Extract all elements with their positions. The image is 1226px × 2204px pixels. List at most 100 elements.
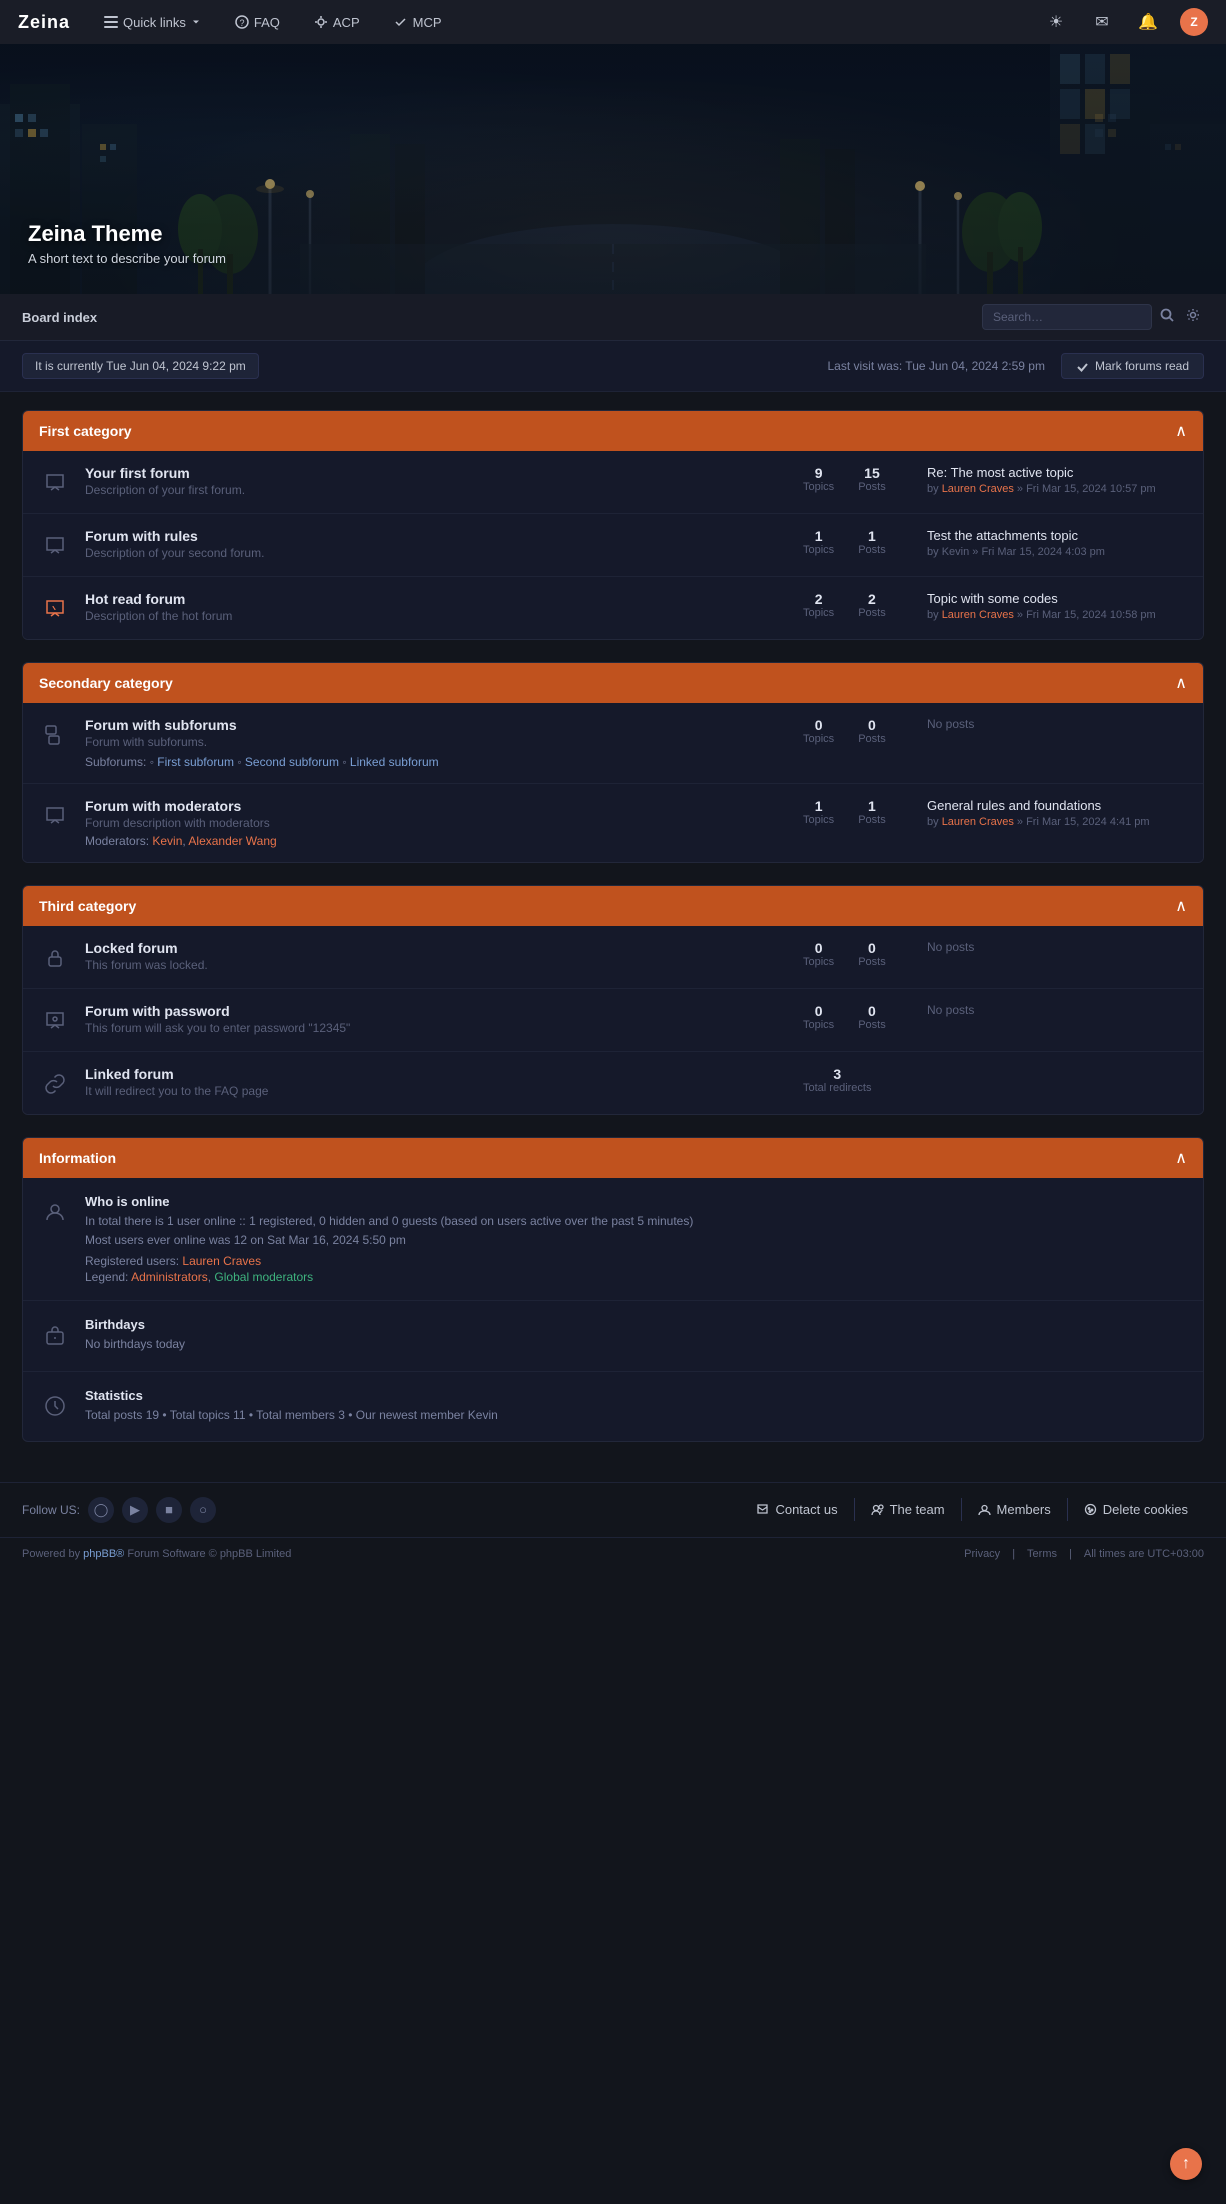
facebook-icon[interactable]: ◯ xyxy=(88,1497,114,1523)
delete-cookies-link[interactable]: Delete cookies xyxy=(1068,1498,1204,1521)
admin-legend[interactable]: Administrators xyxy=(131,1270,208,1284)
faq-icon: ? xyxy=(235,15,249,29)
navbar: Zeina Quick links ? FAQ ACP MCP ☀ ✉ 🔔 Z xyxy=(0,0,1226,44)
info-bar: It is currently Tue Jun 04, 2024 9:22 pm… xyxy=(0,341,1226,392)
category-second-chevron: ∧ xyxy=(1175,673,1187,693)
contact-us-link[interactable]: Contact us xyxy=(740,1498,854,1521)
hero-subtitle: A short text to describe your forum xyxy=(28,251,226,266)
category-first: First category ∧ Your first forum Descri… xyxy=(22,410,1204,640)
forum-name[interactable]: Forum with moderators xyxy=(85,798,789,814)
terms-link[interactable]: Terms xyxy=(1027,1548,1057,1560)
forum-name[interactable]: Forum with rules xyxy=(85,528,789,544)
twitter-icon[interactable]: ▶ xyxy=(122,1497,148,1523)
mark-forums-read-button[interactable]: Mark forums read xyxy=(1061,353,1204,379)
google-icon[interactable]: ○ xyxy=(190,1497,216,1523)
forum-name[interactable]: Forum with password xyxy=(85,1003,789,1019)
forum-stats: 0 Topics 0 Posts xyxy=(803,717,913,745)
stat-topics: 1 Topics xyxy=(803,798,834,826)
gear-icon xyxy=(1186,308,1200,322)
stat-posts: 0 Posts xyxy=(858,1003,886,1031)
forum-info: Forum with subforums Forum with subforum… xyxy=(85,717,789,769)
footer-legal: Privacy | Terms | All times are UTC+03:0… xyxy=(964,1548,1204,1560)
theme-toggle-icon[interactable]: ☀ xyxy=(1042,8,1070,36)
no-posts-label: No posts xyxy=(927,1003,974,1017)
avatar[interactable]: Z xyxy=(1180,8,1208,36)
forum-desc: Forum with subforums. xyxy=(85,735,789,749)
last-post-title[interactable]: Test the attachments topic xyxy=(927,528,1187,543)
phpbb-link[interactable]: phpBB® xyxy=(83,1548,124,1560)
forum-name[interactable]: Your first forum xyxy=(85,465,789,481)
last-post-title[interactable]: Re: The most active topic xyxy=(927,465,1187,480)
forum-name[interactable]: Linked forum xyxy=(85,1066,789,1082)
subforum-link[interactable]: Second subforum xyxy=(245,755,339,769)
the-team-link[interactable]: The team xyxy=(855,1498,962,1521)
privacy-link[interactable]: Privacy xyxy=(964,1548,1000,1560)
nav-acp[interactable]: ACP xyxy=(306,11,368,34)
category-first-header[interactable]: First category ∧ xyxy=(23,411,1203,451)
menu-icon xyxy=(104,15,118,29)
nav-mcp[interactable]: MCP xyxy=(386,11,450,34)
category-third-header[interactable]: Third category ∧ xyxy=(23,886,1203,926)
scroll-top-button[interactable]: ↑ xyxy=(1170,2148,1202,2180)
members-link[interactable]: Members xyxy=(962,1498,1068,1521)
forum-desc: Forum description with moderators xyxy=(85,816,789,830)
forum-subforums: Subforums: ◦ First subforum ◦ Second sub… xyxy=(85,755,789,769)
notifications-icon[interactable]: 🔔 xyxy=(1134,8,1162,36)
forum-name[interactable]: Forum with subforums xyxy=(85,717,789,733)
last-post-author[interactable]: Lauren Craves xyxy=(942,483,1014,495)
nav-quicklinks[interactable]: Quick links xyxy=(96,11,209,34)
forum-desc: Description of your first forum. xyxy=(85,483,789,497)
category-first-chevron: ∧ xyxy=(1175,421,1187,441)
last-post-author[interactable]: Lauren Craves xyxy=(942,609,1014,621)
category-third-chevron: ∧ xyxy=(1175,896,1187,916)
registered-user-link[interactable]: Lauren Craves xyxy=(182,1254,261,1268)
stat-posts: 0 Posts xyxy=(858,940,886,968)
search-input[interactable] xyxy=(982,304,1152,330)
breadcrumb[interactable]: Board index xyxy=(22,310,97,325)
members-icon xyxy=(978,1503,991,1516)
footer-bar: Follow US: ◯ ▶ ■ ○ Contact us The team M… xyxy=(0,1482,1226,1537)
last-post-by: by Lauren Craves » Fri Mar 15, 2024 10:5… xyxy=(927,483,1187,495)
forum-name[interactable]: Locked forum xyxy=(85,940,789,956)
search-button[interactable] xyxy=(1156,304,1178,330)
youtube-icon[interactable]: ■ xyxy=(156,1497,182,1523)
information-section: Information ∧ Who is online In total the… xyxy=(22,1137,1204,1442)
category-first-body: Your first forum Description of your fir… xyxy=(23,451,1203,639)
forum-icon-password xyxy=(39,1005,71,1037)
messages-icon[interactable]: ✉ xyxy=(1088,8,1116,36)
subforum-link[interactable]: Linked subforum xyxy=(350,755,439,769)
svg-text:?: ? xyxy=(239,18,244,28)
brand[interactable]: Zeina xyxy=(18,12,70,33)
information-header[interactable]: Information ∧ xyxy=(23,1138,1203,1178)
forum-stats: 2 Topics 2 Posts xyxy=(803,591,913,619)
forum-info: Locked forum This forum was locked. xyxy=(85,940,789,972)
forum-last: Topic with some codes by Lauren Craves »… xyxy=(927,591,1187,621)
birthdays-icon xyxy=(39,1319,71,1351)
last-post-by: by Lauren Craves » Fri Mar 15, 2024 10:5… xyxy=(927,609,1187,621)
nav-faq[interactable]: ? FAQ xyxy=(227,11,288,34)
forum-row: Forum with moderators Forum description … xyxy=(23,784,1203,862)
forum-info: Your first forum Description of your fir… xyxy=(85,465,789,497)
chevron-down-icon xyxy=(191,17,201,27)
forum-row: Forum with subforums Forum with subforum… xyxy=(23,703,1203,784)
forum-desc: This forum will ask you to enter passwor… xyxy=(85,1021,789,1035)
category-second-header[interactable]: Secondary category ∧ xyxy=(23,663,1203,703)
stat-posts: 1 Posts xyxy=(858,798,886,826)
stat-posts: 15 Posts xyxy=(858,465,886,493)
last-post-author[interactable]: Lauren Craves xyxy=(942,816,1014,828)
stat-topics: 0 Topics xyxy=(803,940,834,968)
subforum-link[interactable]: First subforum xyxy=(157,755,234,769)
forum-name[interactable]: Hot read forum xyxy=(85,591,789,607)
forum-row: Your first forum Description of your fir… xyxy=(23,451,1203,514)
info-right: Last visit was: Tue Jun 04, 2024 2:59 pm… xyxy=(828,353,1205,379)
moderator-link[interactable]: Kevin xyxy=(152,834,182,848)
search-settings-button[interactable] xyxy=(1182,304,1204,330)
mod-legend[interactable]: Global moderators xyxy=(214,1270,313,1284)
forum-last: No posts xyxy=(927,1003,1187,1017)
stat-posts: 1 Posts xyxy=(858,528,886,556)
last-post-title[interactable]: Topic with some codes xyxy=(927,591,1187,606)
checkmark-icon xyxy=(1076,360,1089,373)
moderator-link[interactable]: Alexander Wang xyxy=(188,834,276,848)
last-post-title[interactable]: General rules and foundations xyxy=(927,798,1187,813)
last-post-by: by Kevin » Fri Mar 15, 2024 4:03 pm xyxy=(927,546,1187,558)
